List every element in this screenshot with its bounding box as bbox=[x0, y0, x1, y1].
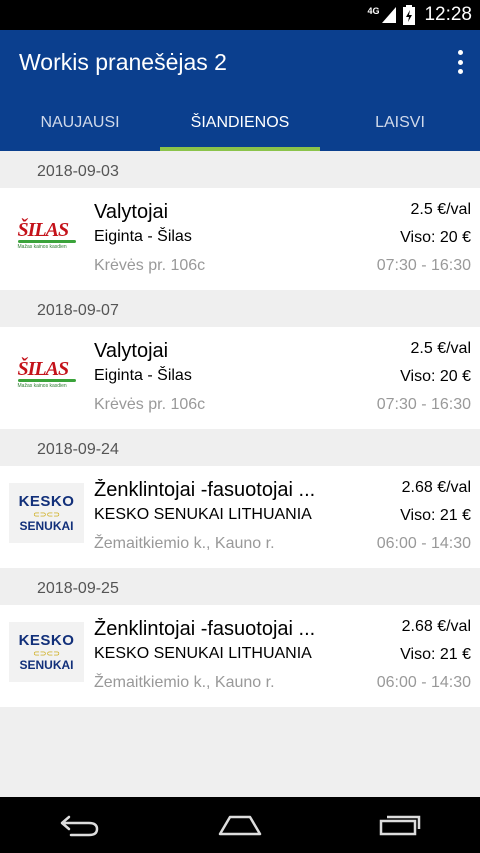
kesko-logo: KESKO ⊂⊃⊂⊃ SENUKAI bbox=[9, 622, 84, 682]
job-title: Ženklintojai -fasuotojai ... bbox=[94, 479, 316, 501]
job-card[interactable]: ŠILAS Mažas kainos kasdien Valytojai Eig… bbox=[0, 188, 480, 290]
app-title: Workis pranešėjas 2 bbox=[19, 49, 227, 75]
recents-button[interactable] bbox=[375, 805, 425, 845]
job-card[interactable]: KESKO ⊂⊃⊂⊃ SENUKAI Ženklintojai -fasuoto… bbox=[0, 605, 480, 707]
date-header: 2018-09-25 bbox=[0, 568, 480, 605]
total-pay: Viso: 21 € bbox=[400, 646, 471, 663]
company-name: KESKO SENUKAI LITHUANIA bbox=[94, 506, 312, 523]
work-hours: 06:00 - 14:30 bbox=[376, 674, 471, 691]
work-hours: 07:30 - 16:30 bbox=[376, 396, 471, 413]
job-address: Krėvės pr. 106c bbox=[94, 257, 206, 274]
kesko-logo: KESKO ⊂⊃⊂⊃ SENUKAI bbox=[9, 483, 84, 543]
job-title: Valytojai bbox=[94, 340, 169, 362]
date-header: 2018-09-24 bbox=[0, 429, 480, 466]
job-address: Krėvės pr. 106c bbox=[94, 396, 206, 413]
battery-icon bbox=[403, 5, 416, 25]
job-card[interactable]: ŠILAS Mažas kainos kasdien Valytojai Eig… bbox=[0, 327, 480, 429]
hourly-rate: 2.5 €/val bbox=[410, 340, 471, 357]
job-card[interactable]: KESKO ⊂⊃⊂⊃ SENUKAI Ženklintojai -fasuoto… bbox=[0, 466, 480, 568]
tab-laisvi[interactable]: LAISVI bbox=[320, 95, 480, 151]
overflow-menu-icon[interactable] bbox=[454, 50, 466, 74]
company-name: Eiginta - Šilas bbox=[94, 367, 192, 384]
tab-naujausi[interactable]: NAUJAUSI bbox=[0, 95, 160, 151]
navigation-bar bbox=[0, 797, 480, 853]
job-list: 2018-09-03 ŠILAS Mažas kainos kasdien Va… bbox=[0, 151, 480, 707]
home-icon bbox=[218, 815, 262, 836]
hourly-rate: 2.68 €/val bbox=[401, 479, 471, 496]
total-pay: Viso: 20 € bbox=[400, 229, 471, 246]
tab-siandienos[interactable]: ŠIANDIENOS bbox=[160, 95, 320, 151]
app-bar: Workis pranešėjas 2 bbox=[0, 30, 480, 95]
network-type: 4G bbox=[367, 6, 380, 16]
hourly-rate: 2.5 €/val bbox=[410, 201, 471, 218]
total-pay: Viso: 20 € bbox=[400, 368, 471, 385]
status-bar: 4G 12:28 bbox=[0, 0, 480, 30]
job-title: Valytojai bbox=[94, 201, 169, 223]
company-name: KESKO SENUKAI LITHUANIA bbox=[94, 645, 312, 662]
date-header: 2018-09-07 bbox=[0, 290, 480, 327]
silas-logo: ŠILAS Mažas kainos kasdien bbox=[9, 205, 84, 265]
back-icon bbox=[60, 815, 99, 837]
job-address: Žemaitkiemio k., Kauno r. bbox=[94, 674, 275, 691]
date-header: 2018-09-03 bbox=[0, 151, 480, 188]
home-button[interactable] bbox=[215, 805, 265, 845]
hourly-rate: 2.68 €/val bbox=[401, 618, 471, 635]
recents-icon bbox=[379, 815, 421, 836]
clock: 12:28 bbox=[424, 4, 472, 25]
tab-bar: NAUJAUSI ŠIANDIENOS LAISVI bbox=[0, 95, 480, 151]
silas-logo: ŠILAS Mažas kainos kasdien bbox=[9, 344, 84, 404]
total-pay: Viso: 21 € bbox=[400, 507, 471, 524]
job-title: Ženklintojai -fasuotojai ... bbox=[94, 618, 316, 640]
work-hours: 07:30 - 16:30 bbox=[376, 257, 471, 274]
work-hours: 06:00 - 14:30 bbox=[376, 535, 471, 552]
signal-icon bbox=[382, 7, 397, 23]
company-name: Eiginta - Šilas bbox=[94, 228, 192, 245]
job-address: Žemaitkiemio k., Kauno r. bbox=[94, 535, 275, 552]
back-button[interactable] bbox=[55, 805, 105, 845]
